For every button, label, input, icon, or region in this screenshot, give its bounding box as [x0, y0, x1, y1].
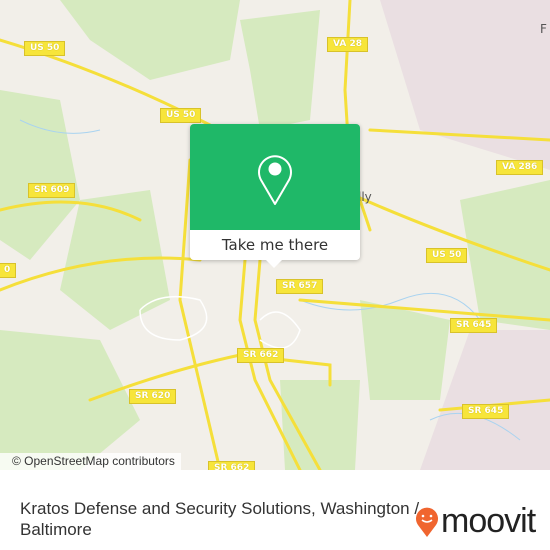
take-me-there-button[interactable]: Take me there [190, 230, 360, 260]
road-shield: SR 645 [450, 318, 498, 333]
place-label: lly [358, 190, 372, 204]
road-shield: SR 609 [28, 183, 76, 198]
road-shield: SR 657 [276, 279, 324, 294]
destination-popup: Take me there [190, 124, 360, 268]
location-title: Kratos Defense and Security Solutions, W… [20, 499, 420, 539]
road-shield: VA 28 [327, 37, 368, 52]
map-attribution[interactable]: © OpenStreetMap contributors [0, 453, 181, 470]
place-label: F [540, 22, 547, 36]
road-shield: US 50 [426, 248, 468, 263]
moovit-logo: moovit [415, 502, 536, 541]
moovit-wordmark: moovit [441, 502, 536, 540]
road-shield: US 50 [24, 41, 66, 56]
road-shield: VA 286 [496, 160, 544, 175]
road-shield: 0 [0, 263, 17, 278]
popup-pointer [265, 259, 283, 268]
footer: Kratos Defense and Security Solutions, W… [0, 470, 550, 550]
road-shield: SR 662 [208, 461, 256, 470]
road-shield: SR 645 [462, 404, 510, 419]
moovit-pin-icon [416, 507, 438, 537]
road-shield: US 50 [160, 108, 202, 123]
road-shield: SR 620 [129, 389, 177, 404]
map-pin-icon [258, 155, 292, 205]
road-shield: SR 662 [237, 348, 285, 363]
map[interactable]: US 50 VA 28 US 50 SR 609 VA 286 US 50 SR… [0, 0, 550, 470]
popup-header [190, 124, 360, 230]
